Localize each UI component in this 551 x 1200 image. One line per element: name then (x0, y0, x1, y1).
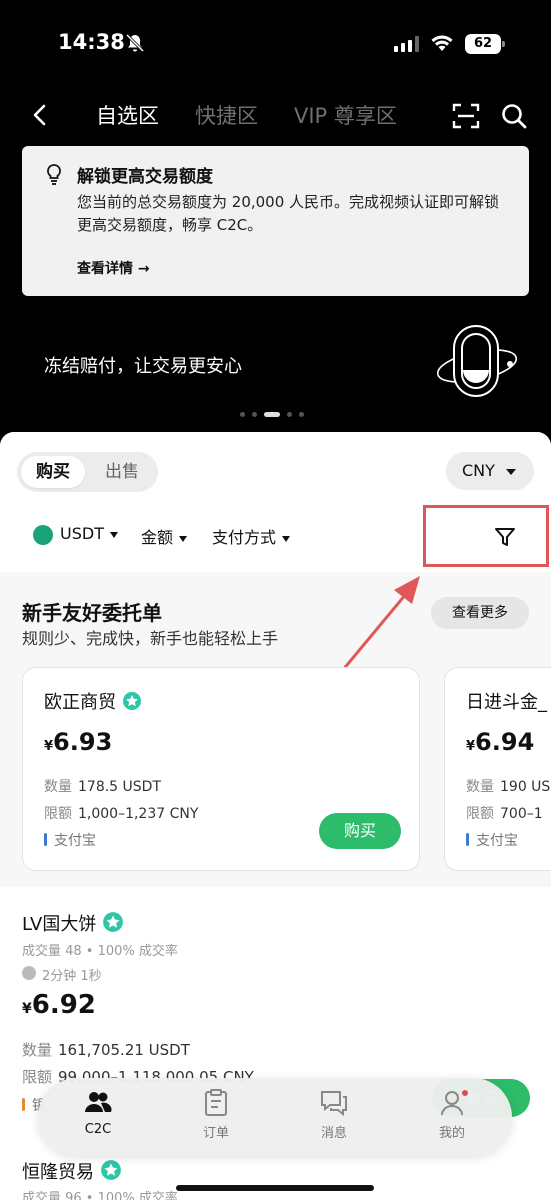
buy-button[interactable]: 购买 (319, 813, 401, 849)
tether-icon (33, 525, 53, 545)
signal-icon (394, 36, 419, 52)
payment-method: 支付宝 (466, 830, 518, 850)
verified-badge-icon (123, 692, 141, 710)
offer-price: ¥6.93 (44, 728, 113, 756)
caret-down-icon (506, 469, 516, 475)
tab-favorites[interactable]: 自选区 (96, 100, 159, 130)
banner-description: 您当前的总交易额度为 20,000 人民币。完成视频认证即可解锁更高交易额度，畅… (77, 193, 500, 234)
tab-vip[interactable]: VIP 尊享区 (294, 100, 397, 130)
tab-profile[interactable]: 我的 (412, 1088, 492, 1141)
tab-c2c[interactable]: C2C (58, 1088, 138, 1137)
banner-title: 解锁更高交易额度 (77, 167, 213, 187)
listing-price: ¥6.92 (22, 990, 96, 1020)
offer-price: ¥6.94 (466, 728, 535, 756)
view-more-button[interactable]: 查看更多 (431, 597, 529, 629)
offer-quantity: 数量 190 US (466, 779, 551, 795)
featured-section-title: 新手友好委托单 (22, 601, 162, 625)
caret-down-icon (109, 531, 118, 538)
users-icon (85, 1092, 112, 1112)
listing-merchant-name: 恒隆贸易 (22, 1158, 122, 1184)
listing-time: 2分钟 1秒 (22, 965, 102, 984)
verified-badge-icon (101, 1160, 121, 1180)
offer-card[interactable]: 日进斗金_ ¥6.94 数量 190 US 限额 700–1 支付宝 (444, 667, 551, 871)
currency-value: CNY (462, 461, 495, 480)
home-indicator (176, 1185, 374, 1191)
carousel-dots (238, 412, 318, 420)
merchant-name: 欧正商贸 (44, 688, 142, 714)
payment-method: 支付宝 (44, 830, 96, 850)
sell-tab[interactable]: 出售 (90, 456, 154, 488)
top-nav: 自选区 快捷区 VIP 尊享区 (0, 96, 551, 136)
chat-icon (321, 1091, 347, 1117)
clipboard-icon (205, 1089, 227, 1116)
wifi-icon (431, 35, 453, 51)
verified-badge-icon (103, 912, 124, 932)
unlock-limit-banner[interactable]: 解锁更高交易额度 您当前的总交易额度为 20,000 人民币。完成视频认证即可解… (22, 146, 529, 296)
status-time: 14:38 (58, 30, 125, 54)
filter-area: 购买 出售 CNY USDT 金额 支付方式 (0, 432, 551, 572)
offer-card[interactable]: 欧正商贸 ¥6.93 数量 178.5 USDT 限额 1,000–1,237 CN… (22, 667, 420, 871)
offer-limit: 限额 700–1 (466, 806, 543, 822)
view-details-link[interactable]: 查看详情 → (77, 258, 150, 278)
listing-quantity: 数量 161,705.21 USDT (22, 1041, 190, 1059)
tab-messages[interactable]: 消息 (294, 1088, 374, 1141)
bottom-tab-bar: C2C 订单 消息 我的 (38, 1078, 512, 1156)
merchant-name: 日进斗金_ (466, 692, 547, 713)
payment-filter[interactable]: 支付方式 (212, 524, 291, 548)
lightbulb-icon (47, 164, 61, 185)
coin-filter[interactable]: USDT (60, 524, 118, 543)
caret-down-icon (282, 535, 291, 542)
notification-dot (462, 1090, 468, 1096)
buy-tab[interactable]: 购买 (21, 456, 85, 488)
bell-muted-icon (125, 33, 145, 53)
status-bar: 14:38 62 (0, 0, 551, 90)
promo-text: 冻结赔付，让交易更安心 (44, 356, 242, 377)
offer-limit: 限额 1,000–1,237 CNY (44, 806, 199, 822)
shield-orbit-icon (436, 325, 518, 397)
tab-quick[interactable]: 快捷区 (195, 100, 258, 130)
scan-icon[interactable] (452, 102, 480, 130)
back-arrow-icon[interactable] (30, 102, 50, 128)
buy-sell-toggle: 购买 出售 (17, 452, 158, 492)
listing-stats: 成交量 48 • 100% 成交率 (22, 944, 178, 959)
listing-merchant-name: LV国大饼 (22, 910, 124, 936)
featured-section-subtitle: 规则少、完成快，新手也能轻松上手 (22, 629, 279, 648)
listing-stats: 成交量 96 • 100% 成交率 (22, 1191, 178, 1200)
offer-quantity: 数量 178.5 USDT (44, 779, 161, 795)
caret-down-icon (179, 535, 188, 542)
annotation-highlight-box (423, 505, 549, 567)
amount-filter[interactable]: 金额 (141, 524, 188, 548)
battery-indicator: 62 (465, 34, 505, 54)
currency-select[interactable]: CNY (446, 452, 534, 490)
search-icon[interactable] (500, 102, 528, 130)
tab-orders[interactable]: 订单 (176, 1088, 256, 1141)
